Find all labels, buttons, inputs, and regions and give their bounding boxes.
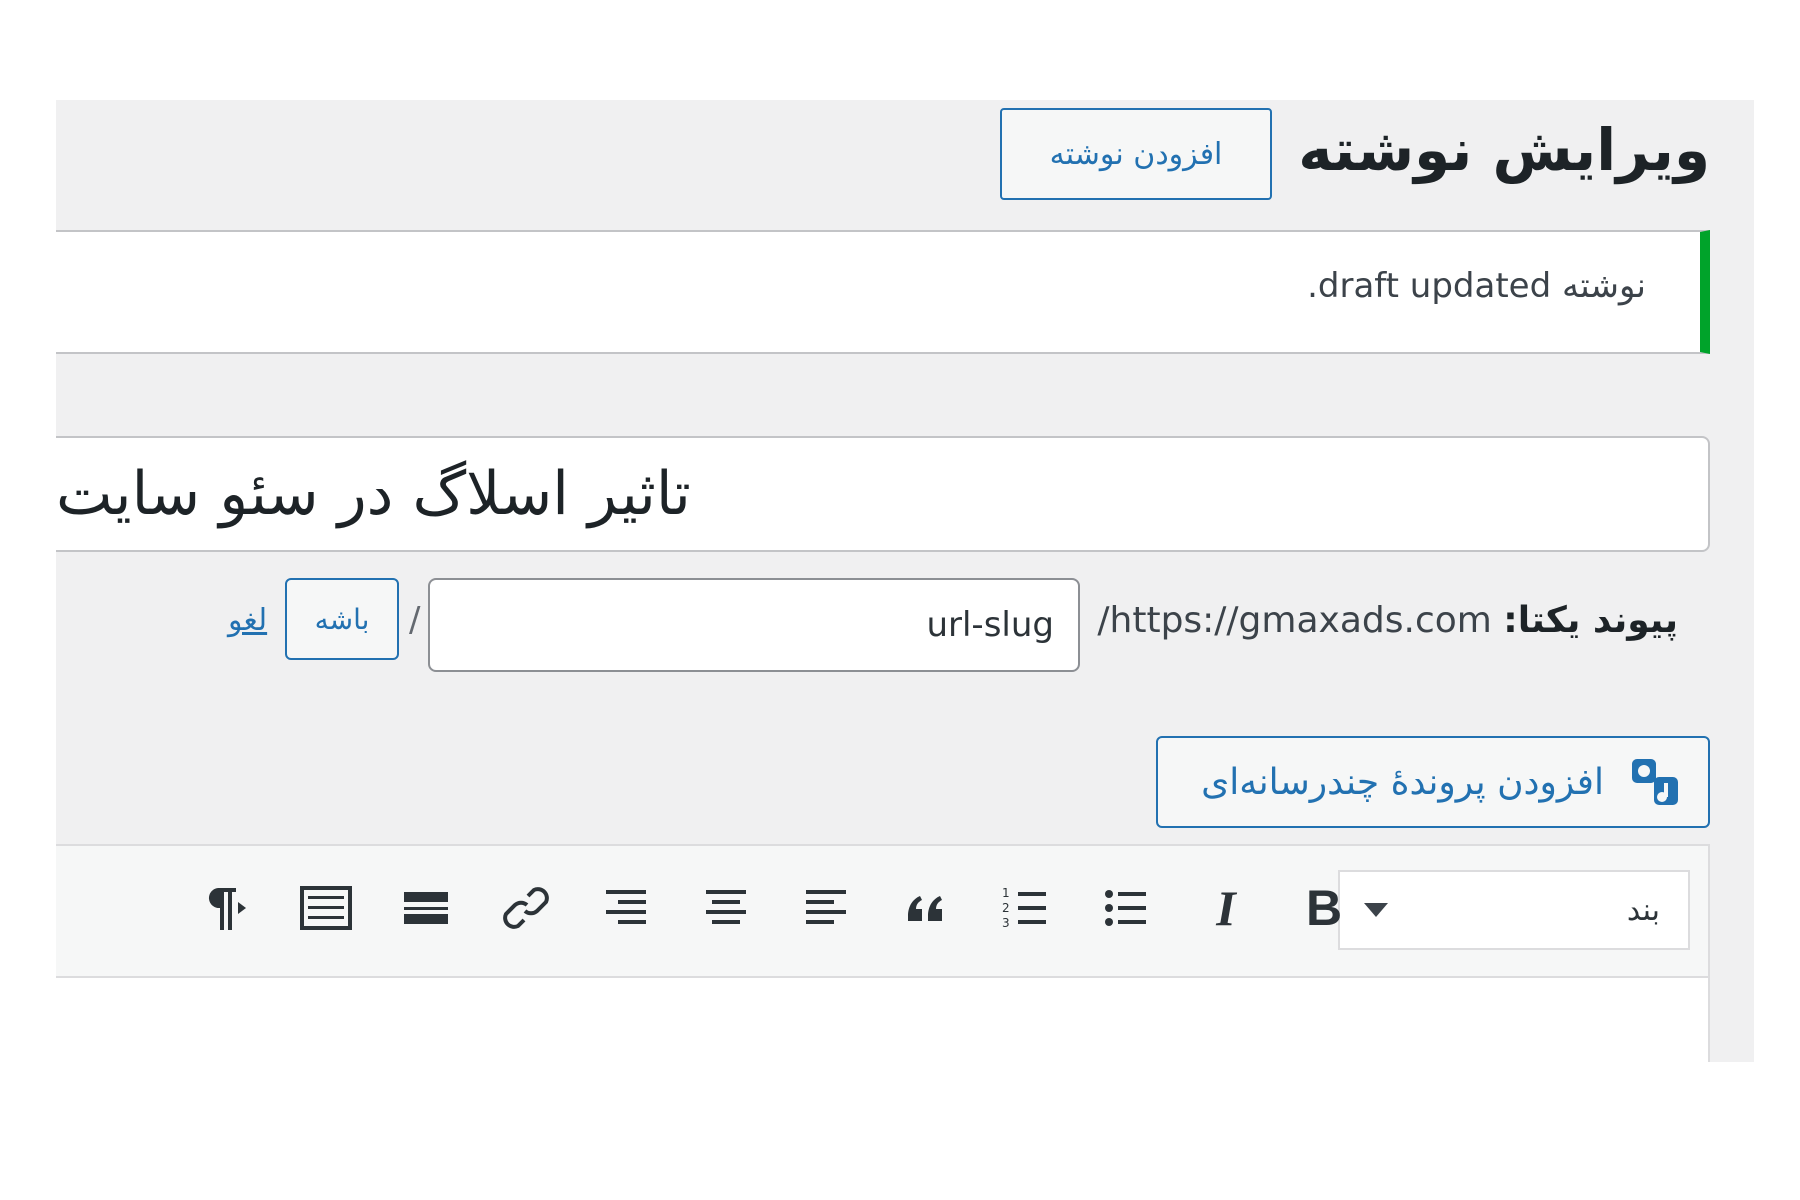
align-right-button[interactable] bbox=[590, 872, 662, 944]
add-new-post-button[interactable]: افزودن نوشته bbox=[1000, 108, 1272, 200]
bulleted-list-icon bbox=[1105, 890, 1146, 926]
toolbar-toggle-button[interactable] bbox=[290, 872, 362, 944]
read-more-icon bbox=[404, 892, 448, 924]
insert-link-button[interactable] bbox=[490, 872, 562, 944]
paragraph-direction-button[interactable] bbox=[190, 872, 262, 944]
italic-button[interactable]: I bbox=[1190, 872, 1262, 944]
save-slug-button[interactable]: باشه bbox=[285, 578, 399, 660]
svg-text:2: 2 bbox=[1002, 901, 1010, 915]
permalink-label: پیوند یکتا: bbox=[1503, 600, 1678, 641]
post-editor-screen: ویرایش نوشته افزودن نوشته نوشته draft up… bbox=[56, 100, 1754, 1062]
format-select[interactable]: بند bbox=[1338, 870, 1690, 950]
notice-message: نوشته draft updated. bbox=[1307, 266, 1646, 306]
align-right-icon bbox=[606, 890, 646, 924]
italic-icon: I bbox=[1216, 880, 1236, 936]
blockquote-button[interactable] bbox=[890, 872, 962, 944]
chevron-down-icon bbox=[1364, 903, 1388, 917]
success-notice: نوشته draft updated. bbox=[56, 230, 1710, 354]
cancel-slug-link[interactable]: لغو bbox=[228, 603, 267, 638]
editor-toolbar: بند B I 123 bbox=[56, 846, 1708, 976]
page-title: ویرایش نوشته bbox=[1298, 116, 1710, 184]
align-left-button[interactable] bbox=[790, 872, 862, 944]
editor-content-area[interactable] bbox=[56, 976, 1708, 1062]
numbered-list-icon: 123 bbox=[1002, 886, 1046, 930]
align-center-button[interactable] bbox=[690, 872, 762, 944]
toolbar-toggle-icon bbox=[300, 886, 352, 930]
format-select-value: بند bbox=[1626, 892, 1660, 928]
align-center-icon bbox=[706, 890, 746, 924]
blockquote-icon bbox=[908, 896, 942, 921]
add-media-label: افزودن پروندهٔ چندرسانه‌ای bbox=[1201, 761, 1604, 803]
media-icon bbox=[1632, 759, 1678, 805]
permalink-base-url: https://gmaxads.com/ bbox=[1097, 600, 1492, 641]
bold-button[interactable]: B bbox=[1288, 872, 1360, 944]
svg-text:1: 1 bbox=[1002, 886, 1010, 900]
slug-input[interactable]: url-slug bbox=[428, 578, 1080, 672]
slug-separator: / bbox=[409, 600, 421, 640]
classic-editor: بند B I 123 bbox=[56, 844, 1710, 1062]
read-more-button[interactable] bbox=[390, 872, 462, 944]
add-media-button[interactable]: افزودن پروندهٔ چندرسانه‌ای bbox=[1156, 736, 1710, 828]
numbered-list-button[interactable]: 123 bbox=[990, 872, 1062, 944]
permalink-line: پیوند یکتا: https://gmaxads.com/ bbox=[1097, 600, 1678, 641]
svg-text:3: 3 bbox=[1002, 916, 1010, 930]
bold-icon: B bbox=[1305, 880, 1343, 936]
bulleted-list-button[interactable] bbox=[1090, 872, 1162, 944]
post-title-input[interactable]: تاثیر اسلاگ در سئو سایت bbox=[56, 436, 1710, 552]
paragraph-direction-icon bbox=[208, 888, 246, 930]
align-left-icon bbox=[806, 890, 846, 924]
insert-link-icon bbox=[503, 887, 549, 929]
